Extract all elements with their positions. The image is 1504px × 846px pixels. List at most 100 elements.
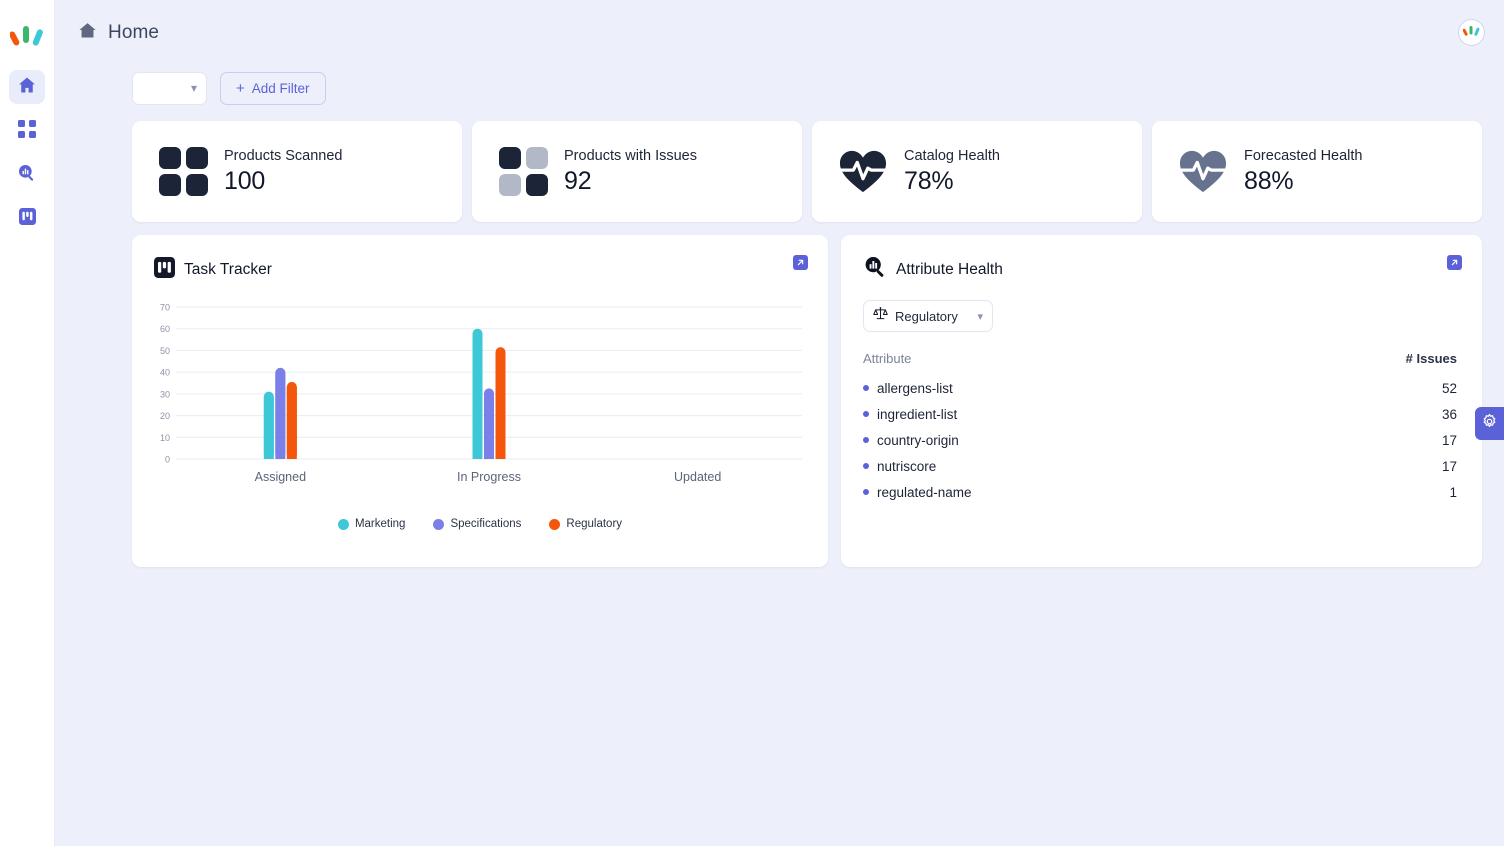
- table-row[interactable]: nutriscore 17: [863, 453, 1457, 479]
- kpi-value: 92: [564, 166, 592, 195]
- x-axis-tick-label: Updated: [674, 470, 721, 484]
- legend-label: Specifications: [450, 518, 522, 530]
- add-filter-label: Add Filter: [251, 80, 310, 96]
- attribute-label: allergens-list: [877, 380, 953, 396]
- y-axis-tick-label: 10: [160, 433, 170, 443]
- attribute-rows-container: allergens-list 52 ingredient-list 36 country…: [863, 375, 1457, 505]
- kpi-card-products-scanned[interactable]: Products Scanned 100: [132, 121, 462, 222]
- attribute-category-value: Regulatory: [895, 308, 958, 324]
- settings-tab-button[interactable]: [1475, 407, 1504, 440]
- column-header-issues: # Issues: [1405, 351, 1457, 366]
- attribute-health-panel: Attribute Health Regulatory ▾ Attribute …: [841, 235, 1482, 567]
- y-axis-tick-label: 20: [160, 411, 170, 421]
- sidebar-item-tasks[interactable]: [9, 202, 45, 236]
- table-row[interactable]: allergens-list 52: [863, 375, 1457, 401]
- y-axis-tick-label: 50: [160, 346, 170, 356]
- bullet-icon: [863, 411, 869, 417]
- search-analytics-icon: [17, 163, 37, 188]
- attribute-name-cell: allergens-list: [863, 381, 953, 396]
- brand-bars-logo[interactable]: [9, 22, 44, 48]
- kpi-value: 78%: [904, 166, 954, 195]
- chevron-down-icon: ▾: [190, 81, 197, 95]
- chevron-down-icon: ▾: [977, 310, 983, 323]
- task-tracker-expand-button[interactable]: [793, 255, 808, 270]
- legend-color-swatch: [337, 518, 349, 530]
- tasks-board-icon: [18, 208, 36, 230]
- x-axis-tick-label: In Progress: [457, 470, 521, 484]
- filter-select[interactable]: ▾: [132, 71, 207, 105]
- legend-label: Regulatory: [566, 518, 623, 530]
- add-filter-button[interactable]: + Add Filter: [220, 71, 326, 105]
- chart-search-icon: [863, 255, 887, 284]
- page-title: Home: [108, 22, 160, 43]
- bullet-icon: [863, 489, 869, 495]
- issue-count-cell: 17: [1441, 432, 1457, 448]
- bullet-icon: [863, 385, 869, 391]
- four-squares-partial-icon: [498, 147, 548, 196]
- avatar[interactable]: [1458, 19, 1485, 46]
- task-tracker-header: Task Tracker: [154, 257, 806, 283]
- kpi-value: 88%: [1244, 166, 1294, 195]
- table-row[interactable]: regulated-name 1: [863, 479, 1457, 505]
- sidebar-item-home[interactable]: [9, 70, 45, 104]
- home-icon: [17, 75, 37, 100]
- issue-count-cell: 52: [1441, 380, 1457, 396]
- attribute-name-cell: country-origin: [863, 433, 959, 448]
- expand-arrow-icon: [796, 254, 805, 272]
- attribute-label: nutriscore: [877, 458, 937, 474]
- sidebar-item-insights[interactable]: [9, 158, 45, 192]
- heart-pulse-muted-icon: [1179, 148, 1227, 196]
- bullet-icon: [863, 437, 869, 443]
- main-content: Home ▾ + Add Filter Products Scanned 100…: [55, 0, 1504, 846]
- home-icon: [77, 20, 98, 46]
- kpi-card-forecasted-health[interactable]: Forecasted Health 88%: [1152, 121, 1482, 222]
- bullet-icon: [863, 463, 869, 469]
- attribute-category-select[interactable]: Regulatory ▾: [863, 300, 993, 332]
- attribute-health-table: Attribute # Issues allergens-list 52 ingre…: [863, 351, 1457, 505]
- attribute-name-cell: ingredient-list: [863, 407, 957, 422]
- x-axis-tick-label: Assigned: [255, 470, 306, 484]
- sidebar-item-apps[interactable]: [9, 114, 45, 148]
- legend-item-specifications[interactable]: Specifications: [433, 518, 521, 530]
- table-header-row: Attribute # Issues: [863, 351, 1457, 375]
- topbar: Home: [55, 0, 1504, 66]
- kpi-value: 100: [224, 166, 266, 195]
- plus-icon: +: [236, 79, 245, 97]
- legend-label: Marketing: [354, 518, 406, 530]
- y-axis-tick-label: 30: [160, 389, 170, 399]
- table-row[interactable]: country-origin 17: [863, 427, 1457, 453]
- y-axis-tick-label: 40: [160, 368, 170, 378]
- attribute-name-cell: regulated-name: [863, 485, 972, 500]
- table-row[interactable]: ingredient-list 36: [863, 401, 1457, 427]
- kpi-card-catalog-health[interactable]: Catalog Health 78%: [812, 121, 1142, 222]
- scales-balance-icon: [873, 306, 888, 326]
- attribute-name-cell: nutriscore: [863, 459, 936, 474]
- kpi-card-products-with-issues[interactable]: Products with Issues 92: [472, 121, 802, 222]
- issue-count-cell: 36: [1441, 406, 1457, 422]
- kpi-label: Products with Issues: [564, 147, 697, 164]
- issue-count-cell: 17: [1441, 458, 1457, 474]
- kpi-label: Catalog Health: [904, 147, 1000, 164]
- y-axis-tick-label: 0: [165, 455, 170, 465]
- legend-item-marketing[interactable]: Marketing: [337, 518, 406, 530]
- kanban-board-icon: [154, 257, 175, 283]
- attribute-health-expand-button[interactable]: [1447, 255, 1462, 270]
- task-tracker-panel: Task Tracker 0 10 20 30 40 50 60 70 Assigned In P…: [132, 235, 828, 567]
- attribute-health-title: Attribute Health: [896, 260, 1003, 278]
- attribute-health-header: Attribute Health: [863, 255, 1457, 284]
- kpi-label: Forecasted Health: [1244, 147, 1363, 164]
- attribute-label: regulated-name: [877, 484, 972, 500]
- four-squares-filled-icon: [158, 147, 208, 196]
- issue-count-cell: 1: [1449, 484, 1457, 500]
- chart-legend: Marketing Specifications Regulatory: [154, 518, 806, 530]
- attribute-label: country-origin: [877, 432, 959, 448]
- task-tracker-title: Task Tracker: [184, 261, 272, 278]
- legend-color-swatch: [549, 518, 561, 530]
- panels-row: Task Tracker 0 10 20 30 40 50 60 70 Assigned In P…: [55, 222, 1504, 567]
- grid-apps-icon: [18, 119, 36, 143]
- kpi-row: Products Scanned 100 Products with Issue…: [55, 110, 1504, 222]
- sidebar: [0, 0, 55, 846]
- attribute-label: ingredient-list: [877, 406, 958, 422]
- breadcrumb[interactable]: Home: [77, 20, 159, 46]
- legend-item-regulatory[interactable]: Regulatory: [549, 518, 622, 530]
